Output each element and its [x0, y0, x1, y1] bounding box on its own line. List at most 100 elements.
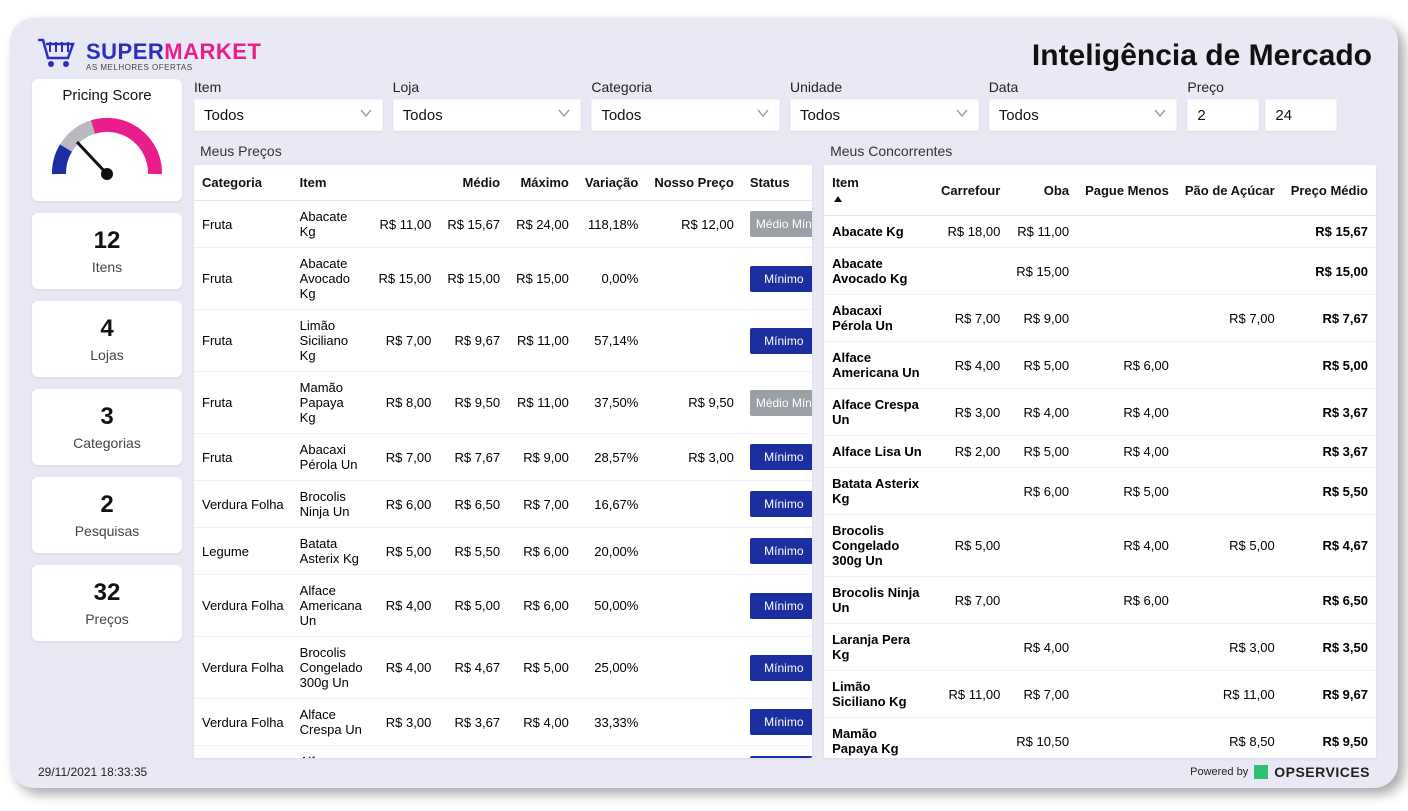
table-row[interactable]: FrutaAbacaxi Pérola UnR$ 7,00R$ 7,67R$ 9… — [194, 434, 812, 481]
col-header[interactable]: Preço Médio — [1283, 165, 1376, 216]
stat-label: Itens — [38, 259, 176, 275]
status-badge: Médio Mín — [750, 390, 812, 416]
col-header[interactable]: Categoria — [194, 165, 292, 201]
table-row[interactable]: FrutaLimão Siciliano KgR$ 7,00R$ 9,67R$ … — [194, 310, 812, 372]
filter-loja[interactable]: Todos — [393, 99, 582, 131]
chevron-down-icon — [756, 106, 770, 124]
table-row[interactable]: Limão Siciliano KgR$ 11,00R$ 7,00R$ 11,0… — [824, 671, 1376, 718]
powered-by: Powered by OPSERVICES — [1190, 764, 1370, 780]
col-header[interactable]: Pão de Açúcar — [1177, 165, 1283, 216]
col-header[interactable]: Carrefour — [933, 165, 1008, 216]
cart-icon — [36, 36, 78, 75]
status-badge: Médio Mín — [750, 211, 812, 237]
pricing-score-title: Pricing Score — [38, 87, 176, 104]
stat-value: 2 — [38, 491, 176, 519]
chevron-down-icon — [359, 106, 373, 124]
status-badge: Mínimo — [750, 491, 812, 517]
status-badge: Mínimo — [750, 709, 812, 735]
brand-super: SUPER — [86, 39, 164, 64]
dashboard-card: SUPERMARKET AS MELHORES OFERTAS Inteligê… — [10, 18, 1398, 788]
table-row[interactable]: Alface Crespa UnR$ 3,00R$ 4,00R$ 4,00R$ … — [824, 389, 1376, 436]
col-header[interactable]: Nosso Preço — [646, 165, 741, 201]
stat-card: 2 Pesquisas — [32, 477, 182, 553]
table-row[interactable]: Brocolis Congelado 300g UnR$ 5,00R$ 4,00… — [824, 515, 1376, 577]
filter-label-categoria: Categoria — [591, 79, 780, 95]
filter-label-unidade: Unidade — [790, 79, 979, 95]
stat-value: 4 — [38, 315, 176, 343]
col-header[interactable]: Oba — [1008, 165, 1077, 216]
brand-logo: SUPERMARKET AS MELHORES OFERTAS — [36, 36, 261, 75]
status-badge: Mínimo — [750, 655, 812, 681]
filter-categoria[interactable]: Todos — [591, 99, 780, 131]
timestamp: 29/11/2021 18:33:35 — [38, 765, 147, 779]
stat-card: 3 Categorias — [32, 389, 182, 465]
gauge-icon — [47, 173, 167, 190]
table-row[interactable]: Alface Lisa UnR$ 2,00R$ 5,00R$ 4,00R$ 3,… — [824, 436, 1376, 468]
filter-unidade[interactable]: Todos — [790, 99, 979, 131]
filter-label-data: Data — [989, 79, 1178, 95]
table-row[interactable]: FrutaAbacate Avocado KgR$ 15,00R$ 15,00R… — [194, 248, 812, 310]
table-row[interactable]: Verdura FolhaAlface Crespa UnR$ 3,00R$ 3… — [194, 699, 812, 746]
side-column: Pricing Score 12 Itens 4 Lojas 3 Categorias 2 P… — [32, 79, 182, 758]
my-prices-title: Meus Preços — [194, 141, 812, 165]
table-row[interactable]: Brocolis Ninja UnR$ 7,00R$ 6,00R$ 6,50 — [824, 577, 1376, 624]
table-row[interactable]: FrutaAbacate KgR$ 11,00R$ 15,67R$ 24,001… — [194, 201, 812, 248]
stat-value: 3 — [38, 403, 176, 431]
col-header[interactable]: Pague Menos — [1077, 165, 1177, 216]
filter-label-loja: Loja — [393, 79, 582, 95]
stat-value: 32 — [38, 579, 176, 607]
page-title: Inteligência de Mercado — [1032, 39, 1372, 73]
stat-card: 32 Preços — [32, 565, 182, 641]
table-row[interactable]: LegumeBatata Asterix KgR$ 5,00R$ 5,50R$ … — [194, 528, 812, 575]
col-header[interactable] — [371, 165, 440, 201]
status-badge: Mínimo — [750, 328, 812, 354]
status-badge: Mínimo — [750, 593, 812, 619]
filter-label-preco: Preço — [1187, 79, 1376, 95]
stat-card: 4 Lojas — [32, 301, 182, 377]
competitors-table: ItemCarrefourObaPague MenosPão de Açúcar… — [824, 165, 1376, 758]
status-badge: Mínimo — [750, 444, 812, 470]
stat-value: 12 — [38, 227, 176, 255]
table-row[interactable]: Abacate KgR$ 18,00R$ 11,00R$ 15,67 — [824, 216, 1376, 248]
table-row[interactable]: Verdura FolhaAlface Americana UnR$ 4,00R… — [194, 575, 812, 637]
filter-preco-from[interactable] — [1187, 99, 1259, 131]
brand-market: MARKET — [164, 39, 261, 64]
stat-label: Categorias — [38, 435, 176, 451]
chevron-down-icon — [1153, 106, 1167, 124]
filter-label-item: Item — [194, 79, 383, 95]
stat-label: Preços — [38, 611, 176, 627]
table-row[interactable]: Abacaxi Pérola UnR$ 7,00R$ 9,00R$ 7,00R$… — [824, 295, 1376, 342]
stat-label: Lojas — [38, 347, 176, 363]
filter-data[interactable]: Todos — [989, 99, 1178, 131]
opservices-icon — [1254, 765, 1268, 779]
my-prices-table: CategoriaItem MédioMáximoVariaçãoNosso Pr… — [194, 165, 812, 758]
filter-item[interactable]: Todos — [194, 99, 383, 131]
status-badge: Mínimo — [750, 266, 812, 292]
table-row[interactable]: Mamão Papaya KgR$ 10,50R$ 8,50R$ 9,50 — [824, 718, 1376, 759]
col-header[interactable]: Status — [742, 165, 812, 201]
competitors-title: Meus Concorrentes — [824, 141, 1376, 165]
col-header[interactable]: Item — [292, 165, 371, 201]
col-header[interactable]: Variação — [577, 165, 647, 201]
filter-bar: Item Todos Loja Todos — [194, 79, 1376, 131]
table-row[interactable]: Abacate Avocado KgR$ 15,00R$ 15,00 — [824, 248, 1376, 295]
pricing-score-card: Pricing Score — [32, 79, 182, 201]
table-row[interactable]: Batata Asterix KgR$ 6,00R$ 5,00R$ 5,50 — [824, 468, 1376, 515]
table-row[interactable]: Verdura FolhaBrocolis Ninja UnR$ 6,00R$ … — [194, 481, 812, 528]
table-row[interactable]: Alface Americana UnR$ 4,00R$ 5,00R$ 6,00… — [824, 342, 1376, 389]
stat-card: 12 Itens — [32, 213, 182, 289]
chevron-down-icon — [557, 106, 571, 124]
stat-label: Pesquisas — [38, 523, 176, 539]
sort-asc-icon — [834, 196, 842, 202]
filter-preco-to[interactable] — [1265, 99, 1337, 131]
col-header[interactable]: Item — [824, 165, 933, 216]
table-row[interactable]: Laranja Pera KgR$ 4,00R$ 3,00R$ 3,50 — [824, 624, 1376, 671]
table-row[interactable]: FrutaMamão Papaya KgR$ 8,00R$ 9,50R$ 11,… — [194, 372, 812, 434]
topbar: SUPERMARKET AS MELHORES OFERTAS Inteligê… — [32, 36, 1376, 79]
col-header[interactable]: Médio — [439, 165, 508, 201]
table-row[interactable]: Verdura FolhaAlface Lisa UnR$ 2,00R$ 3,6… — [194, 746, 812, 759]
status-badge: Mínimo — [750, 538, 812, 564]
table-row[interactable]: Verdura FolhaBrocolis Congelado 300g UnR… — [194, 637, 812, 699]
col-header[interactable]: Máximo — [508, 165, 577, 201]
chevron-down-icon — [955, 106, 969, 124]
